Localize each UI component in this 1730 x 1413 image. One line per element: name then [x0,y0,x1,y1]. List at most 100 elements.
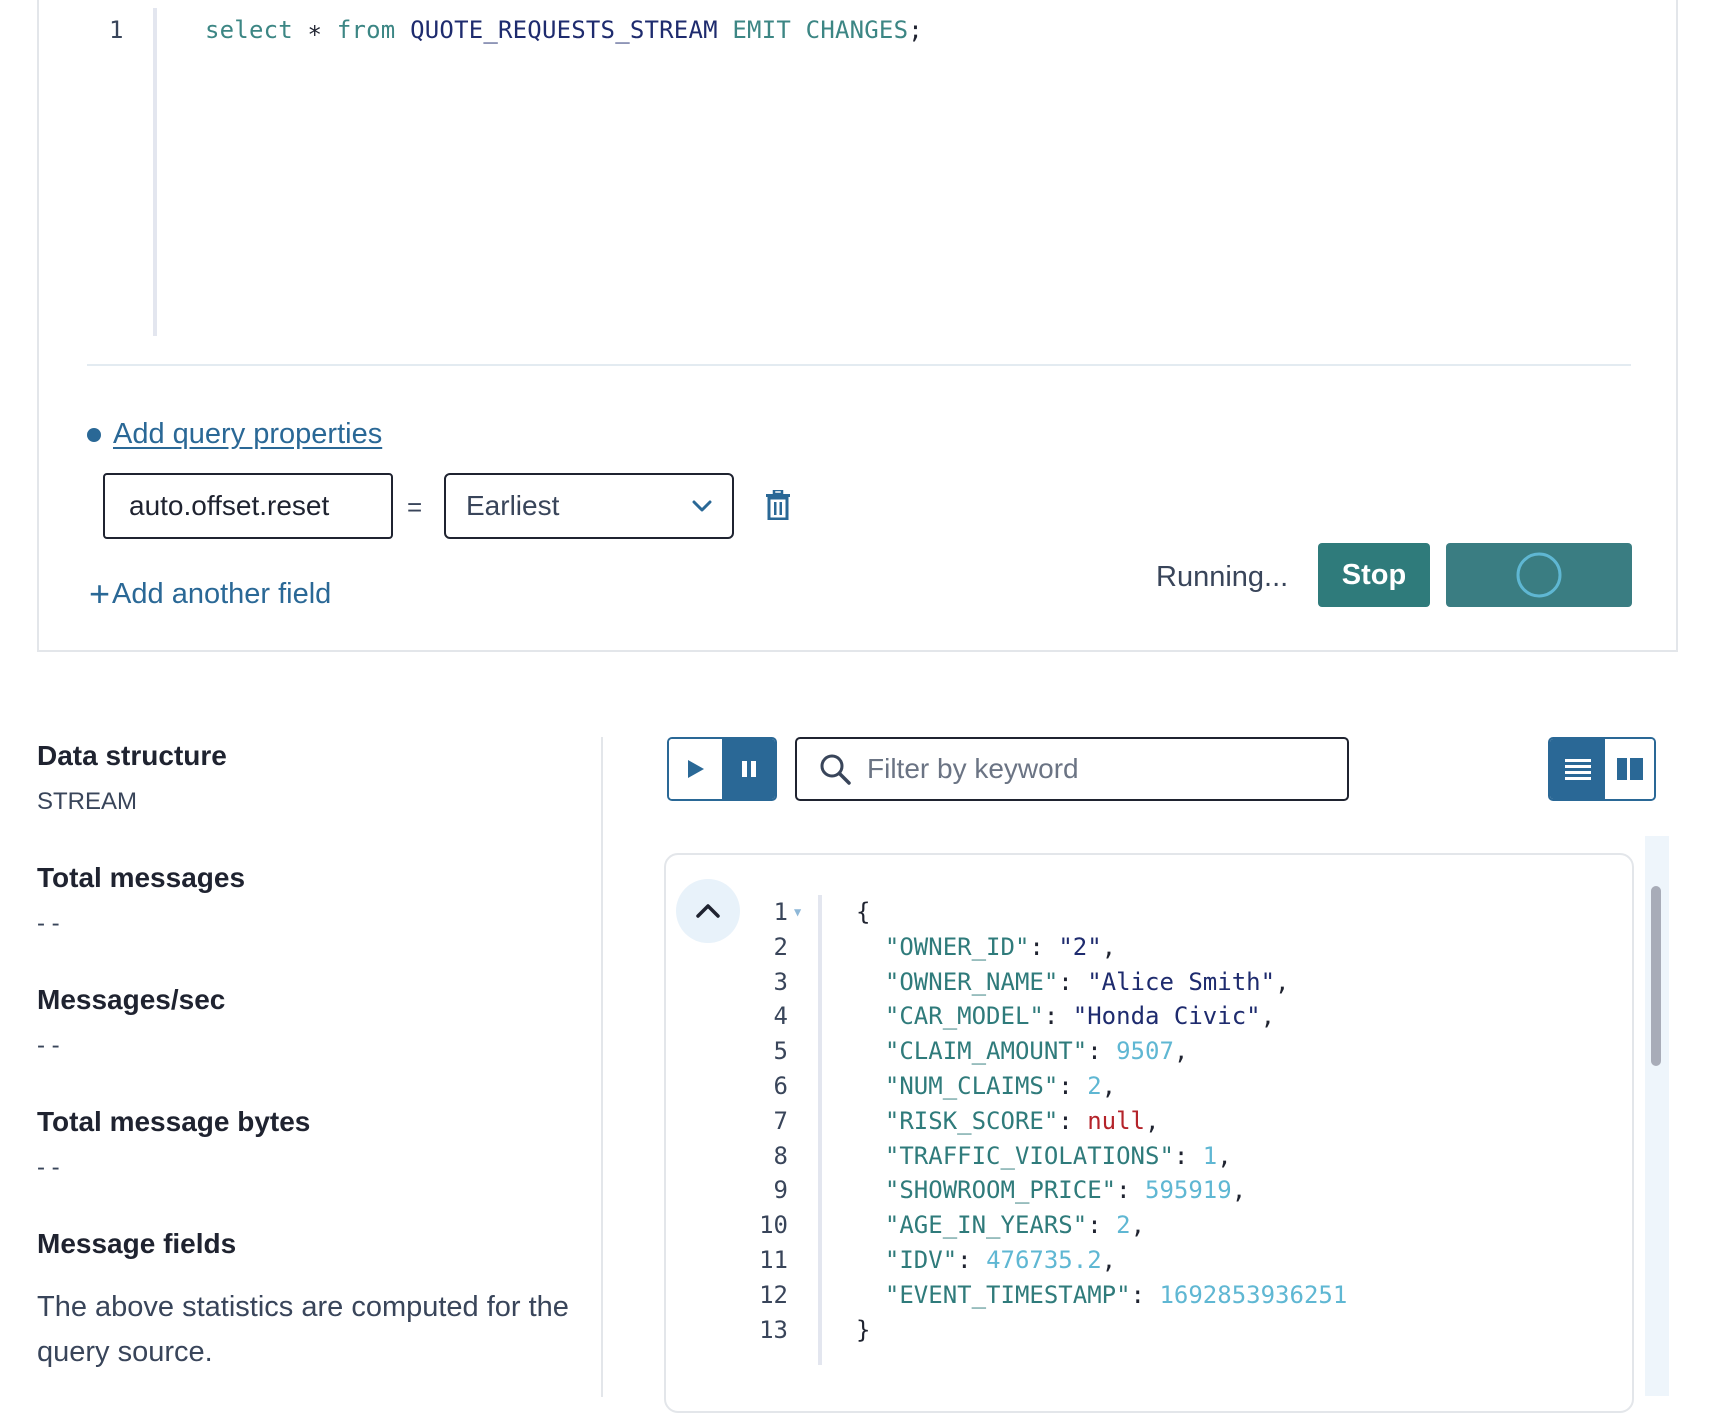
json-token: { [856,898,871,926]
total-message-bytes-label: Total message bytes [37,1106,311,1137]
panel-divider [601,737,603,1397]
json-token: "RISK_SCORE" [884,1106,1059,1135]
json-token: "Honda Civic" [1072,1002,1261,1031]
json-line: 1 ▼ { [726,895,871,930]
query-token: CHANGES [805,16,909,44]
json-token: 476735.2 [986,1245,1102,1274]
fold-arrow-icon[interactable]: ▼ [794,895,801,930]
json-line-content: "OWNER_ID": "2", [856,930,1116,965]
json-line-content: "EVENT_TIMESTAMP": 1692853936251 [856,1278,1347,1313]
json-scrollbar-thumb[interactable] [1651,886,1661,1066]
property-value-selected: Earliest [466,490,560,521]
stop-button[interactable]: Stop [1318,543,1430,607]
pause-button[interactable] [722,739,775,799]
add-another-field-button[interactable]: + Add another field [89,576,331,612]
add-query-properties-link[interactable]: Add query properties [113,418,382,451]
query-token: from [336,16,396,44]
json-line-content: "AGE_IN_YEARS": 2, [856,1208,1145,1243]
json-token: "OWNER_ID" [884,932,1030,961]
filter-search-box[interactable] [795,737,1349,801]
json-token: 595919 [1145,1176,1232,1205]
json-token: "OWNER_NAME" [884,967,1059,996]
trash-icon[interactable] [765,490,791,520]
property-value-select[interactable]: Earliest [444,473,734,539]
json-line-number: 12 [759,1280,788,1309]
json-line-number: 2 [773,932,788,961]
json-line-content: "CLAIM_AMOUNT": 9507, [856,1034,1188,1069]
editor-gutter [153,8,157,336]
json-line-content: "IDV": 476735.2, [856,1243,1116,1278]
json-line-number: 5 [773,1037,788,1066]
list-view-button[interactable] [1550,739,1605,799]
json-token: , [1231,1176,1247,1205]
query-token: EMIT [732,16,792,44]
play-icon [687,760,704,778]
data-structure-value: STREAM [37,788,138,815]
run-query-button[interactable] [1446,543,1632,607]
json-line-number: 1 [773,898,788,926]
json-token: } [856,1315,871,1344]
json-line: 8 "TRAFFIC_VIOLATIONS": 1, [726,1139,1232,1174]
json-token: 1692853936251 [1159,1280,1348,1309]
json-token: null [1087,1106,1145,1135]
json-token: : [1058,1106,1088,1135]
json-token: : [1029,932,1059,961]
list-view-icon [1564,759,1591,780]
json-line-number: 6 [773,1071,788,1100]
json-code: 1 ▼{2 "OWNER_ID": "2", 3 "OWNER_NAME": "Al… [726,895,1347,1348]
json-token: , [1275,967,1290,996]
json-token: , [1101,932,1117,961]
add-another-field-label: Add another field [112,577,332,610]
editor-divider [87,364,1631,366]
json-line: 3 "OWNER_NAME": "Alice Smith", [726,965,1290,1000]
stream-controls [667,737,777,801]
chevron-up-icon [696,904,720,918]
json-token: "TRAFFIC_VIOLATIONS" [884,1141,1174,1170]
bullet-icon [87,427,101,442]
json-token: "2" [1058,932,1102,961]
json-token: , [1145,1106,1160,1135]
json-line: 2 "OWNER_ID": "2", [726,930,1117,965]
editor-line-number: 1 [109,16,124,44]
query-editor-text[interactable]: select ∗ from QUOTE_REQUESTS_STREAM EMIT… [205,16,923,44]
json-line: 13} [726,1313,870,1348]
json-token: : [1116,1176,1145,1205]
split-view-icon [1616,758,1643,780]
filter-input[interactable] [865,752,1325,786]
json-token: , [1130,1211,1146,1240]
stats-note: The above statistics are computed for th… [37,1291,569,1368]
json-token: : [1130,1280,1160,1309]
play-button[interactable] [669,739,722,799]
json-token: , [1217,1141,1232,1170]
json-line-content: "CAR_MODEL": "Honda Civic", [856,999,1275,1034]
json-line-number: 11 [759,1245,788,1274]
json-line: 11 "IDV": 476735.2, [726,1243,1116,1278]
json-line-number: 10 [759,1211,788,1240]
plus-icon: + [89,573,111,614]
json-line-content: { [856,895,870,930]
json-token: : [1087,1037,1117,1066]
split-view-button[interactable] [1605,739,1654,799]
json-token: : [1173,1141,1203,1170]
json-line: 9 "SHOWROOM_PRICE": 595919, [726,1173,1247,1208]
property-key-field[interactable]: auto.offset.reset [103,473,393,539]
query-token [791,16,806,44]
json-line: 10 "AGE_IN_YEARS": 2, [726,1208,1145,1243]
messages-per-sec-value: - - [37,1032,60,1059]
json-line-number: 9 [773,1176,788,1205]
json-token: "Alice Smith" [1087,967,1276,996]
json-scrollbar[interactable] [1645,836,1669,1396]
loading-spinner-icon [1516,552,1562,598]
view-mode-toggle [1548,737,1656,801]
json-token: 2 [1087,1071,1102,1100]
message-fields-label: Message fields [37,1228,237,1259]
json-token: , [1260,1002,1276,1031]
